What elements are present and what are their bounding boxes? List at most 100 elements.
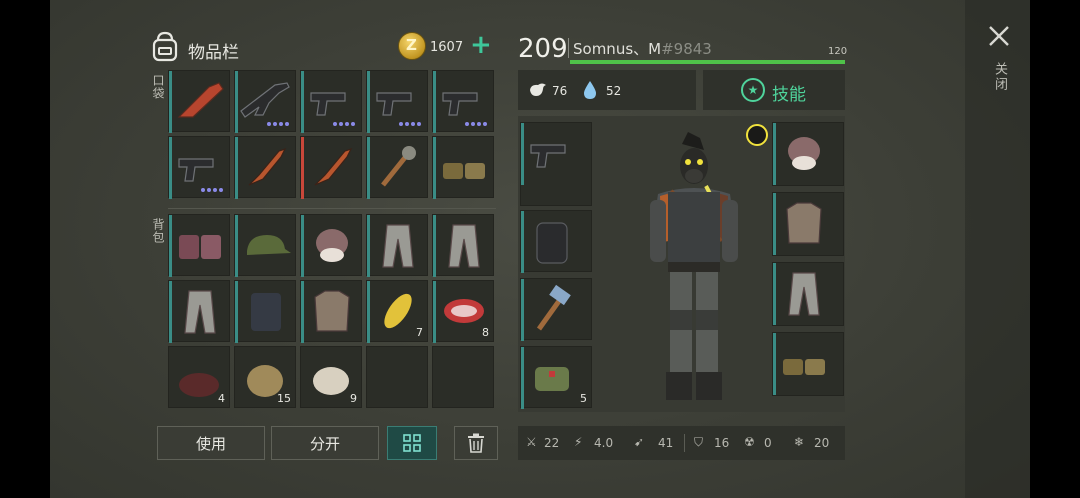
spiked-club-icon (381, 146, 416, 187)
backpack-label: 背包 (151, 218, 165, 244)
durability-bar (169, 215, 172, 277)
equip-left-slot[interactable] (520, 210, 592, 273)
melee-value: 22 (544, 436, 560, 450)
split-button[interactable]: 分开 (271, 426, 379, 460)
durability-bar (773, 123, 776, 185)
player-level: 209 (518, 34, 568, 64)
item-count: 9 (350, 392, 357, 405)
backpack-slot[interactable]: 7 (366, 280, 428, 343)
pocket-slot[interactable] (366, 136, 428, 199)
pocket-slot[interactable] (432, 70, 494, 133)
xp-bar (570, 60, 845, 64)
add-coins-button[interactable]: + (470, 32, 492, 58)
attack-speed-value: 4.0 (594, 436, 614, 450)
character-model (650, 132, 738, 400)
pocket-slot[interactable] (168, 70, 230, 133)
pocket-slot[interactable] (366, 70, 428, 133)
equip-right-slot[interactable] (772, 192, 844, 256)
durability-bar (301, 137, 304, 199)
backpack-slot[interactable] (168, 280, 230, 343)
backpack-icon (152, 31, 178, 62)
close-icon[interactable] (987, 24, 1011, 48)
item-count: 4 (218, 392, 225, 405)
backpack-slot[interactable]: 8 (432, 280, 494, 343)
equip-right-slot[interactable] (772, 122, 844, 186)
use-button[interactable]: 使用 (157, 426, 265, 460)
pants-icon (382, 224, 414, 268)
item-count: 7 (416, 326, 423, 339)
game-screen: 物品栏 Z 1607 + 口袋 背包 使用 分开 209 Somnus、M#98 (50, 0, 1030, 498)
backpack-slot[interactable] (168, 214, 230, 277)
backpack-slot[interactable] (366, 214, 428, 277)
player-name: Somnus、M (573, 40, 662, 58)
durability-bar (367, 137, 370, 199)
defense-value: 16 (714, 436, 730, 450)
backpack-slot[interactable]: 15 (234, 346, 296, 408)
water-drop-icon (584, 81, 596, 99)
run-icon: ➹ (634, 435, 645, 449)
flare-gun-icon (177, 82, 224, 118)
radiation-value: 0 (764, 436, 772, 450)
xp-max: 120 (828, 46, 848, 57)
pocket-slot[interactable] (432, 136, 494, 199)
shield-icon: ⛉ (694, 435, 704, 449)
trash-button[interactable] (454, 426, 498, 460)
armor-jacket-icon (314, 290, 350, 332)
grid-view-button[interactable] (387, 426, 437, 460)
backpack-slot[interactable] (234, 214, 296, 277)
durability-bar (235, 215, 238, 277)
inventory-title: 物品栏 (188, 43, 239, 63)
durability-bar (169, 137, 172, 199)
quality-dots (267, 122, 289, 126)
backpack-slot[interactable] (432, 346, 494, 408)
attack-speed-icon: ⚡ (574, 435, 583, 449)
backpack-slot[interactable] (234, 280, 296, 343)
name-divider (568, 38, 569, 58)
equip-left-slot[interactable]: 5 (520, 346, 592, 409)
close-label[interactable]: 关闭 (990, 62, 1009, 92)
pocket-label: 口袋 (151, 74, 165, 100)
pocket-slot[interactable] (300, 70, 362, 133)
star-icon: ★ (741, 78, 765, 102)
durability-bar (773, 333, 776, 395)
item-count: 5 (580, 392, 587, 405)
durability-bar (433, 281, 436, 343)
durability-bar (301, 71, 304, 133)
equip-right-slot[interactable] (772, 332, 844, 396)
pocket-slot[interactable] (234, 136, 296, 199)
backpack-slot[interactable]: 4 (168, 346, 230, 408)
camo-cap-icon (247, 235, 291, 255)
tactical-vest-icon (251, 293, 281, 331)
backpack-slot[interactable] (366, 346, 428, 408)
spiked-boots-icon (179, 235, 221, 259)
backpack-icon (536, 222, 568, 264)
pocket-slot[interactable] (234, 70, 296, 133)
item-count: 8 (482, 326, 489, 339)
thirst-value: 52 (606, 84, 622, 98)
equip-left-slot[interactable] (520, 122, 592, 206)
durability-bar (301, 215, 304, 277)
durability-bar (521, 279, 524, 341)
pants-icon (788, 272, 820, 316)
equip-right-slot[interactable] (772, 262, 844, 326)
durability-bar (433, 215, 436, 277)
fur-hat-icon (316, 229, 348, 262)
backpack-slot[interactable] (300, 280, 362, 343)
boots-icon (443, 163, 485, 179)
player-name-line: Somnus、M#9843 (573, 38, 712, 59)
backpack-slot[interactable]: 9 (300, 346, 362, 408)
pocket-slot[interactable] (168, 136, 230, 199)
pocket-slot[interactable] (300, 136, 362, 199)
hunger-value: 76 (552, 84, 568, 98)
durability-bar (521, 123, 524, 185)
durability-bar (367, 281, 370, 343)
pistol-icon (530, 144, 566, 168)
backpack-slot[interactable] (300, 214, 362, 277)
durability-bar (169, 281, 172, 343)
fur-hat-icon (788, 137, 820, 170)
durability-bar (235, 71, 238, 133)
sword-icon: ⚔ (526, 435, 537, 449)
quality-dots (201, 188, 223, 192)
backpack-slot[interactable] (432, 214, 494, 277)
equip-left-slot[interactable] (520, 278, 592, 341)
